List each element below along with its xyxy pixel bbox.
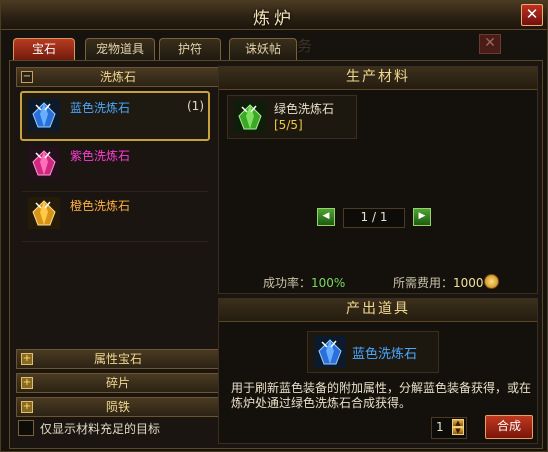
output-item-name: 蓝色洗炼石 (352, 347, 418, 362)
expand-icon[interactable]: + (21, 377, 33, 389)
blue-stone-icon (314, 336, 346, 368)
category-header-fragment[interactable]: + 碎片 (16, 373, 220, 393)
synthesize-button[interactable]: 合成 (485, 415, 533, 439)
quantity-stepper[interactable]: 1 ▲ ▼ (431, 417, 467, 439)
item-count: (1) (187, 99, 204, 113)
purple-stone-icon (28, 147, 60, 179)
list-item-orange-stone[interactable]: 橙色洗炼石 (22, 191, 208, 242)
furnace-window: 炼炉 ✕ 务 宝石 宠物道具 护符 诛妖帖 ✕ − 洗炼石 蓝色洗炼石 (1) (0, 0, 548, 452)
success-rate-value: 100% (311, 276, 346, 290)
tab-gem[interactable]: 宝石 (13, 38, 75, 61)
expand-icon[interactable]: + (21, 353, 33, 365)
blue-stone-icon (28, 99, 60, 131)
output-description: 用于刷新蓝色装备的附加属性，分解蓝色装备获得，或在炼炉处通过绿色洗炼石合成获得。 (231, 381, 532, 410)
collapse-icon[interactable]: − (21, 71, 33, 83)
required-fee: 所需费用：1000 (393, 274, 484, 291)
background-text: 务 (297, 37, 313, 55)
item-label: 蓝色洗炼石 (70, 101, 131, 115)
green-stone-icon (234, 101, 266, 133)
page-indicator: 1 / 1 (343, 208, 405, 228)
category-header-meteor-iron[interactable]: + 陨铁 (16, 397, 220, 417)
list-item-blue-stone[interactable]: 蓝色洗炼石 (1) (20, 91, 210, 141)
category-header-wash-stone[interactable]: − 洗炼石 (16, 67, 220, 87)
checkbox-label: 仅显示材料充足的目标 (40, 422, 161, 436)
close-icon[interactable]: ✕ (521, 4, 543, 26)
success-rate-label: 成功率： (263, 276, 312, 290)
category-label: 碎片 (105, 376, 130, 390)
item-label: 橙色洗炼石 (70, 199, 131, 213)
prev-page-button[interactable]: ◀ (317, 208, 335, 226)
output-panel: 产出道具 蓝色洗炼石 用于刷新蓝色装备的附加属性，分解蓝色装备获得，或在炼炉处通… (218, 298, 538, 444)
tab-pet-items[interactable]: 宠物道具 (85, 38, 155, 60)
close-icon[interactable]: ✕ (479, 34, 501, 54)
coin-icon (484, 274, 499, 289)
list-item-purple-stone[interactable]: 紫色洗炼石 (22, 141, 208, 192)
title-bar[interactable]: 炼炉 ✕ (1, 1, 547, 30)
orange-stone-icon (28, 197, 60, 229)
expand-icon[interactable]: + (21, 401, 33, 413)
material-name: 绿色洗炼石 (274, 102, 335, 116)
category-label: 洗炼石 (99, 70, 136, 84)
decrease-icon[interactable]: ▼ (452, 427, 464, 435)
materials-panel: 生产材料 绿色洗炼石 [5/5] ◀ 1 / 1 ▶ 成功率：100% 所需费用… (218, 66, 538, 294)
category-label: 属性宝石 (93, 352, 142, 366)
success-rate: 成功率：100% (263, 274, 345, 291)
window-title: 炼炉 (253, 9, 295, 29)
sufficient-materials-checkbox[interactable] (18, 420, 34, 436)
quantity-value: 1 (436, 420, 444, 434)
output-slot[interactable]: 蓝色洗炼石 (307, 331, 439, 373)
stepper-arrows: ▲ ▼ (452, 419, 464, 436)
item-label: 紫色洗炼石 (70, 149, 131, 163)
next-page-button[interactable]: ▶ (413, 208, 431, 226)
material-count: [5/5] (274, 118, 303, 132)
materials-heading: 生产材料 (219, 67, 537, 90)
category-list: − 洗炼石 蓝色洗炼石 (1) 紫色洗炼石 橙色洗炼石 + 属性宝石 + 碎片 … (16, 67, 220, 441)
category-header-attribute-gem[interactable]: + 属性宝石 (16, 349, 220, 369)
output-heading: 产出道具 (219, 299, 537, 322)
tab-demon-slaying-post[interactable]: 诛妖帖 (229, 38, 297, 60)
fee-value: 1000 (453, 276, 484, 290)
increase-icon[interactable]: ▲ (452, 419, 464, 427)
material-slot[interactable]: 绿色洗炼石 [5/5] (227, 95, 357, 139)
category-label: 陨铁 (105, 400, 130, 414)
fee-label: 所需费用： (393, 276, 454, 290)
content-panel: − 洗炼石 蓝色洗炼石 (1) 紫色洗炼石 橙色洗炼石 + 属性宝石 + 碎片 … (9, 60, 543, 449)
tab-amulet[interactable]: 护符 (159, 38, 221, 60)
